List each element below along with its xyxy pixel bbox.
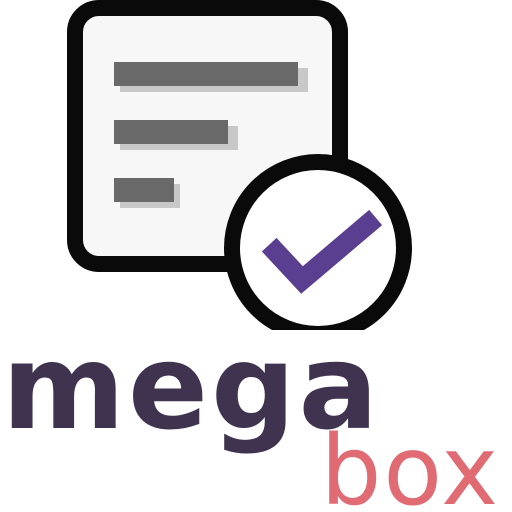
logo-canvas: mega box bbox=[0, 0, 512, 512]
wordmark-secondary: box bbox=[320, 415, 500, 512]
logo-icon bbox=[67, 0, 412, 330]
document-line-3 bbox=[114, 178, 174, 202]
document-line-2 bbox=[114, 120, 228, 144]
wordmark-primary: mega bbox=[2, 318, 381, 456]
document-line-1 bbox=[114, 62, 298, 86]
check-badge bbox=[224, 154, 412, 330]
checkmark-icon bbox=[224, 154, 412, 330]
